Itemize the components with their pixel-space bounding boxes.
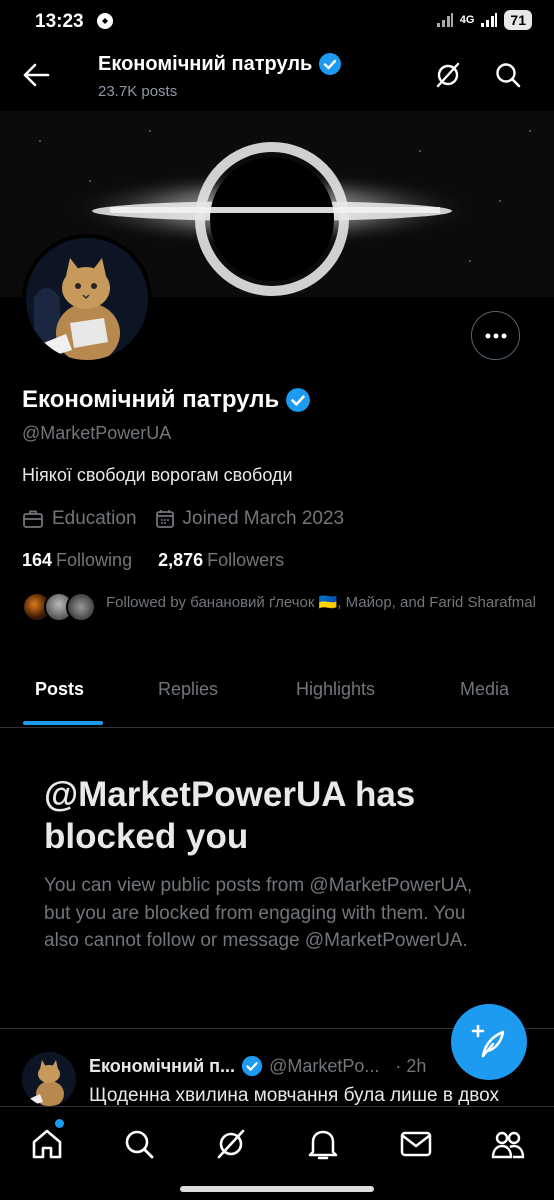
header-title-text: Економічний патруль [98, 52, 313, 75]
back-arrow-icon[interactable] [22, 62, 50, 93]
search-icon[interactable] [494, 61, 522, 94]
followers-link[interactable]: 2,876 Followers [158, 550, 284, 571]
tab-highlights[interactable]: Highlights [296, 679, 375, 700]
compose-button[interactable] [451, 1004, 527, 1080]
home-icon[interactable] [29, 1126, 65, 1162]
category-item: Education [22, 508, 137, 530]
header-title: Економічний патруль [98, 52, 342, 76]
followed-by-text[interactable]: Followed by банановий ґлечок 🇺🇦, Майор, … [106, 592, 536, 613]
more-icon [485, 333, 506, 338]
tweet-author-handle: @MarketPo... [269, 1055, 380, 1076]
more-options-button[interactable] [471, 311, 520, 360]
status-indicators: 4G 71 [436, 10, 532, 30]
profile-bio: Ніякої свободи ворогам свободи [22, 465, 293, 485]
blocked-title: @MarketPowerUA has blocked you [44, 775, 416, 856]
profile-handle: @MarketPowerUA [22, 423, 172, 443]
home-unread-dot [55, 1119, 64, 1128]
profile-name: Економічний патруль [22, 386, 311, 414]
joined-item: Joined March 2023 [155, 508, 345, 530]
joined-text: Joined March 2023 [182, 508, 345, 529]
category-text: Education [52, 508, 137, 529]
tweet-time: · 2h [395, 1055, 427, 1076]
notifications-icon[interactable] [305, 1126, 341, 1162]
signal-icon [436, 13, 453, 27]
search-icon[interactable] [121, 1126, 157, 1162]
blocked-body: You can view public posts from @MarketPo… [44, 875, 473, 951]
compose-feather-icon [471, 1024, 505, 1058]
grok-icon[interactable] [434, 61, 462, 94]
status-time: 13:23 [35, 11, 84, 32]
grok-icon[interactable] [213, 1126, 249, 1162]
notification-icon [96, 12, 114, 35]
follower-avatar [66, 592, 96, 622]
tab-media[interactable]: Media [460, 679, 509, 700]
tweet-text[interactable]: Щоденна хвилина мовчання була лише в дво… [89, 1085, 499, 1107]
tweet-header: Економічний п... @MarketPo... · 2h [89, 1055, 426, 1077]
tabs-divider [0, 727, 554, 728]
verified-badge-icon [241, 1055, 263, 1077]
following-count: 164 [22, 550, 53, 570]
tab-replies[interactable]: Replies [158, 679, 218, 700]
posts-count: 23.7K posts [98, 83, 178, 100]
tweet-author-name[interactable]: Економічний п... [89, 1056, 235, 1077]
profile-stats: 164 Following 2,876 Followers [22, 550, 284, 571]
followers-label: Followers [207, 550, 285, 570]
following-link[interactable]: 164 Following [22, 550, 132, 571]
verified-badge-icon [286, 388, 311, 412]
network-label: 4G [459, 14, 475, 26]
communities-icon[interactable] [490, 1126, 526, 1162]
messages-icon[interactable] [398, 1126, 434, 1162]
gesture-bar [180, 1186, 374, 1192]
profile-meta: Education Joined March 2023 [22, 508, 344, 530]
profile-avatar[interactable] [22, 234, 152, 364]
battery-level: 71 [504, 10, 532, 30]
calendar-icon [155, 510, 174, 528]
signal-icon [481, 13, 498, 27]
active-tab-indicator [23, 721, 103, 725]
profile-name-text: Економічний патруль [22, 386, 280, 413]
tab-posts[interactable]: Posts [35, 679, 84, 700]
following-label: Following [56, 550, 133, 570]
verified-badge-icon [319, 53, 342, 75]
tweet-avatar[interactable] [22, 1052, 76, 1106]
followers-count: 2,876 [158, 550, 204, 570]
briefcase-icon [23, 510, 43, 528]
